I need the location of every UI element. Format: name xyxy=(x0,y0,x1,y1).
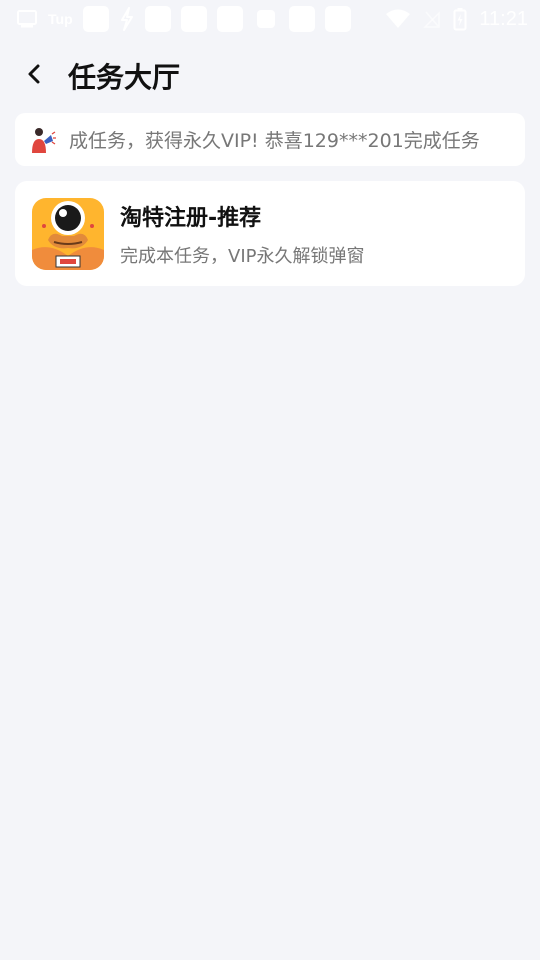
task-description: 完成本任务，VIP永久解锁弹窗 xyxy=(120,245,365,267)
app-header: 任务大厅 xyxy=(0,44,540,108)
announcer-icon xyxy=(29,126,57,154)
notification-app-icon xyxy=(144,6,171,32)
signal-icon xyxy=(423,9,441,29)
bolt-icon xyxy=(119,7,135,31)
announcement-text: 成任务，获得永久VIP! 恭喜129***201完成任务 xyxy=(69,130,480,152)
announcement-bar: 成任务，获得永久VIP! 恭喜129***201完成任务 xyxy=(15,113,525,166)
back-button[interactable] xyxy=(14,56,54,96)
notification-app-icon xyxy=(180,6,207,32)
taote-app-logo-icon xyxy=(32,197,104,270)
battery-icon xyxy=(453,7,467,31)
status-bar: Tup 11:21 xyxy=(0,0,540,38)
task-card[interactable]: 淘特注册-推荐 完成本任务，VIP永久解锁弹窗 xyxy=(15,181,525,286)
wifi-icon xyxy=(385,9,411,29)
notification-app-icon xyxy=(288,6,315,32)
screen-icon xyxy=(16,9,38,29)
notification-app-icon xyxy=(82,6,109,32)
notification-app-icon xyxy=(216,6,243,32)
carrier-label: Tup xyxy=(48,11,73,27)
chevron-left-icon xyxy=(26,63,42,89)
page-title: 任务大厅 xyxy=(68,61,181,94)
notification-app-icon xyxy=(256,10,275,28)
clock-time: 11:21 xyxy=(479,7,528,30)
task-info: 淘特注册-推荐 完成本任务，VIP永久解锁弹窗 xyxy=(120,200,364,268)
task-title: 淘特注册-推荐 xyxy=(120,205,262,231)
notification-app-icon xyxy=(324,6,351,32)
